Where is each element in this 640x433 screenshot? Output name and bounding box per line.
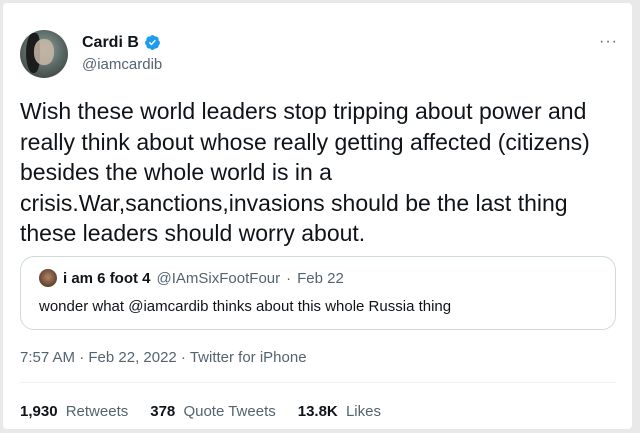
retweets-count: 1,930 [20,403,58,420]
tweet-timestamp-source[interactable]: 7:57 AM · Feb 22, 2022 · Twitter for iPh… [20,349,307,366]
quoted-tweet-text: wonder what @iamcardib thinks about this… [39,298,452,315]
quoted-author-handle[interactable]: @IAmSixFootFour [157,270,281,287]
divider [20,382,616,383]
quote-tweets-stat[interactable]: 378 Quote Tweets [150,403,275,420]
avatar-face [34,39,54,65]
quoted-date[interactable]: Feb 22 [297,270,344,287]
engagement-stats: 1,930 Retweets 378 Quote Tweets 13.8K Li… [20,403,381,420]
author-handle[interactable]: @iamcardib [82,55,162,74]
quoted-author-name[interactable]: i am 6 foot 4 [63,270,151,287]
quoted-separator: · [286,269,292,287]
quote-tweets-label: Quote Tweets [183,403,276,420]
likes-label: Likes [345,403,381,420]
author-avatar[interactable] [20,30,68,78]
author-name-row[interactable]: Cardi B [82,33,161,52]
quote-tweets-count: 378 [150,403,176,420]
tweet-card: Cardi B @iamcardib ··· Wish these world … [3,3,632,429]
verified-badge-icon [144,34,161,51]
more-options-icon[interactable]: ··· [599,34,618,50]
quoted-tweet-header: i am 6 foot 4 @IAmSixFootFour · Feb 22 [39,269,344,287]
author-name[interactable]: Cardi B [82,33,139,52]
retweets-label: Retweets [65,403,129,420]
quoted-author-avatar[interactable] [39,269,57,287]
retweets-stat[interactable]: 1,930 Retweets [20,403,128,420]
likes-count: 13.8K [297,403,338,420]
quoted-tweet[interactable]: i am 6 foot 4 @IAmSixFootFour · Feb 22 w… [20,256,616,330]
likes-stat[interactable]: 13.8K Likes [298,403,381,420]
tweet-text: Wish these world leaders stop tripping a… [20,98,590,246]
